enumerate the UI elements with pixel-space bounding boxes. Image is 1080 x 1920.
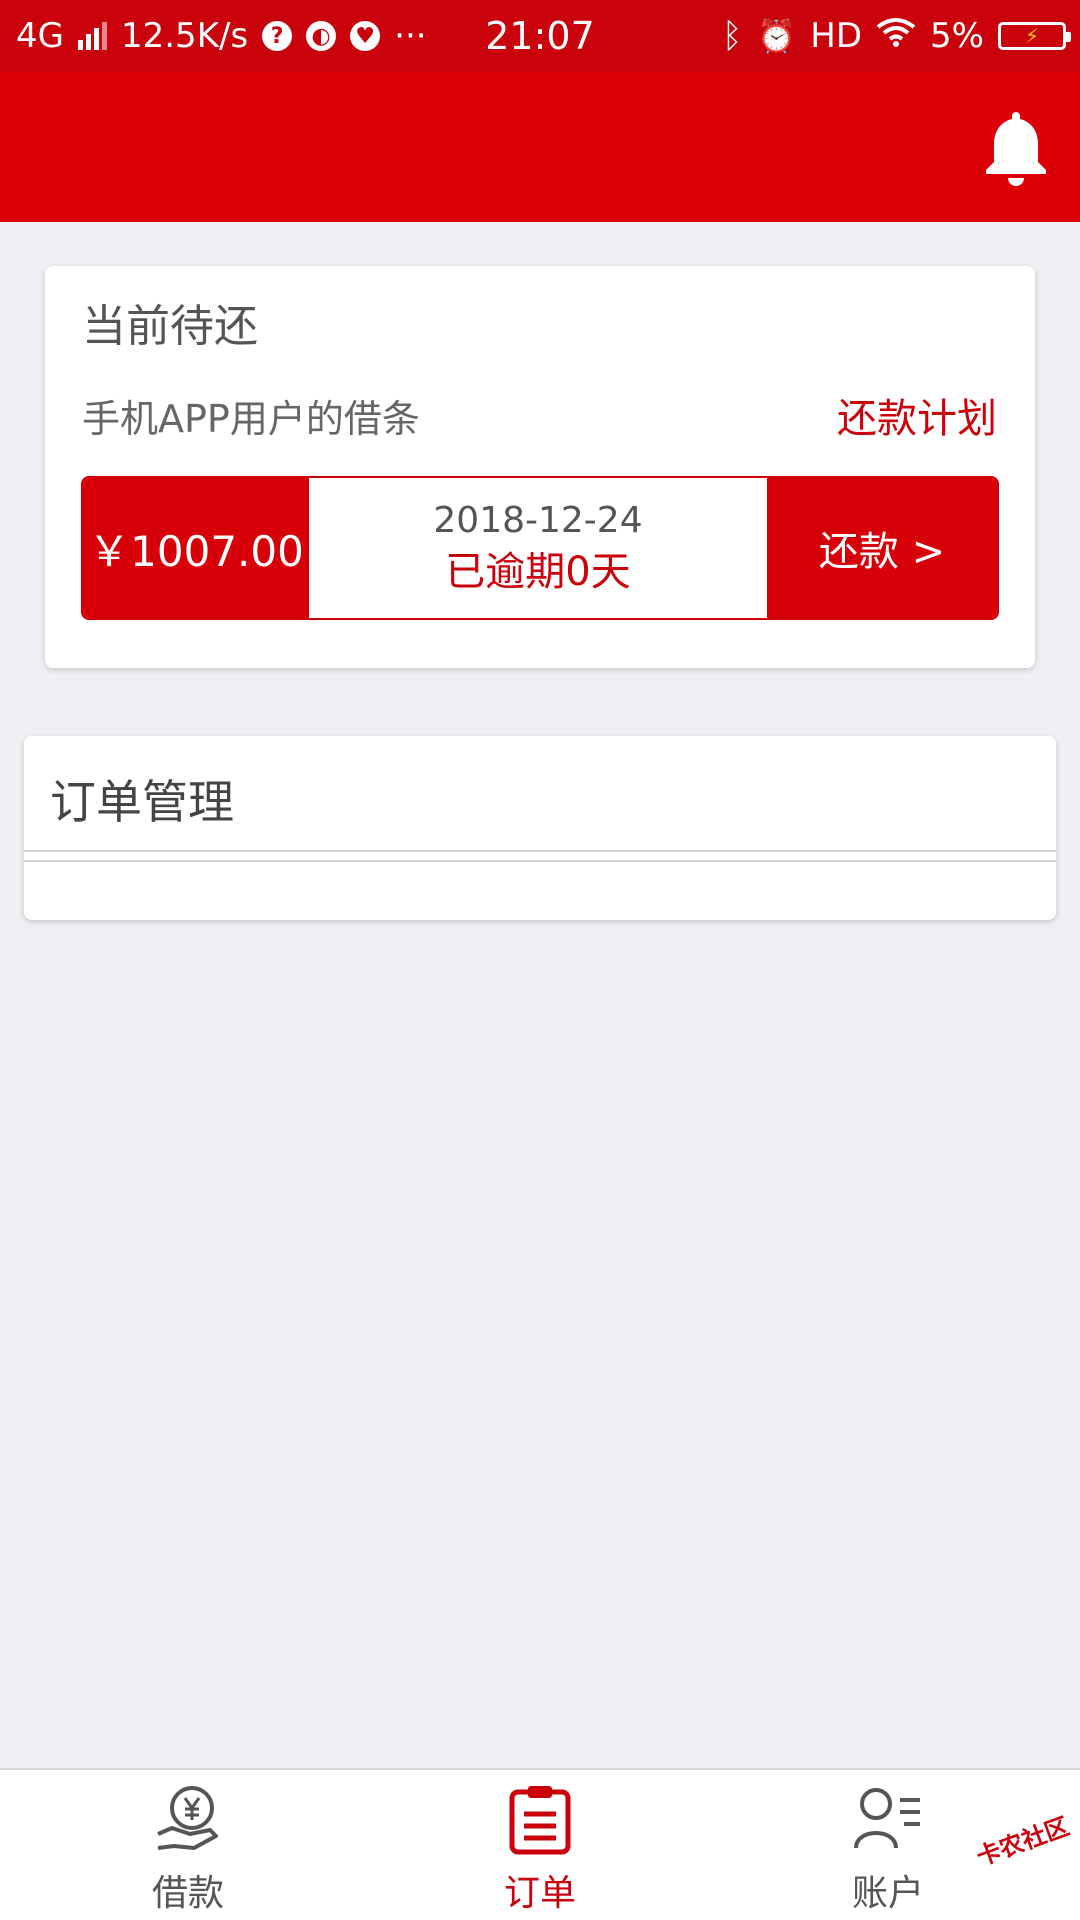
due-date: 2018-12-24 — [433, 500, 643, 541]
status-bar: 4G 12.5K/s ? ◐ ♥ ··· 21:07 ᛒ ⏰ HD 5% ⚡ — [0, 0, 1080, 72]
question-icon: ? — [262, 21, 293, 51]
tab-account[interactable]: 账户 — [788, 1770, 988, 1920]
shield-icon: ♥ — [350, 21, 381, 51]
battery-icon: ⚡ — [998, 22, 1071, 50]
pending-repayment-card: 当前待还 手机APP用户的借条 还款计划 ￥1007.00 2018-12-24… — [45, 266, 1035, 668]
tab-label: 账户 — [851, 1873, 924, 1914]
divider — [24, 850, 1056, 852]
due-info: 2018-12-24 已逾期0天 — [309, 478, 767, 618]
repayment-bar: ￥1007.00 2018-12-24 已逾期0天 还款 > — [81, 476, 999, 620]
app-header — [0, 72, 1080, 222]
repay-button[interactable]: 还款 > — [767, 478, 997, 618]
loan-name: 手机APP用户的借条 — [82, 397, 420, 441]
battery-percent: 5% — [930, 16, 984, 56]
tab-label: 借款 — [151, 1873, 224, 1914]
status-left: 4G 12.5K/s ? ◐ ♥ ··· — [16, 0, 427, 72]
network-speed: 12.5K/s — [120, 16, 249, 56]
bottom-tab-bar: 借款 订单 账户 — [0, 1768, 1080, 1920]
wifi-icon — [876, 16, 916, 56]
overdue-status: 已逾期0天 — [445, 549, 631, 595]
clipboard-icon — [509, 1786, 571, 1855]
network-type: 4G — [16, 16, 64, 56]
repayment-plan-link[interactable]: 还款计划 — [837, 386, 997, 444]
more-notifications: ··· — [394, 16, 427, 56]
tab-label: 订单 — [503, 1873, 576, 1914]
amount-due: ￥1007.00 — [83, 478, 309, 618]
tab-loan[interactable]: 借款 — [88, 1770, 288, 1920]
tab-orders[interactable]: 订单 — [440, 1770, 640, 1920]
planet-icon: ◐ — [306, 21, 337, 51]
order-management-card: 订单管理 — [24, 736, 1056, 920]
hd-indicator: HD — [810, 16, 863, 56]
status-right: ᛒ ⏰ HD 5% ⚡ — [722, 0, 1071, 72]
divider — [24, 860, 1056, 862]
card-title: 当前待还 — [82, 301, 258, 352]
order-management-title: 订单管理 — [50, 775, 234, 829]
user-list-icon — [854, 1788, 920, 1849]
bell-icon[interactable] — [980, 108, 1052, 188]
alarm-icon: ⏰ — [756, 17, 797, 55]
bluetooth-icon: ᛒ — [722, 16, 743, 56]
signal-icon — [77, 22, 107, 50]
yen-hand-icon — [157, 1786, 218, 1850]
